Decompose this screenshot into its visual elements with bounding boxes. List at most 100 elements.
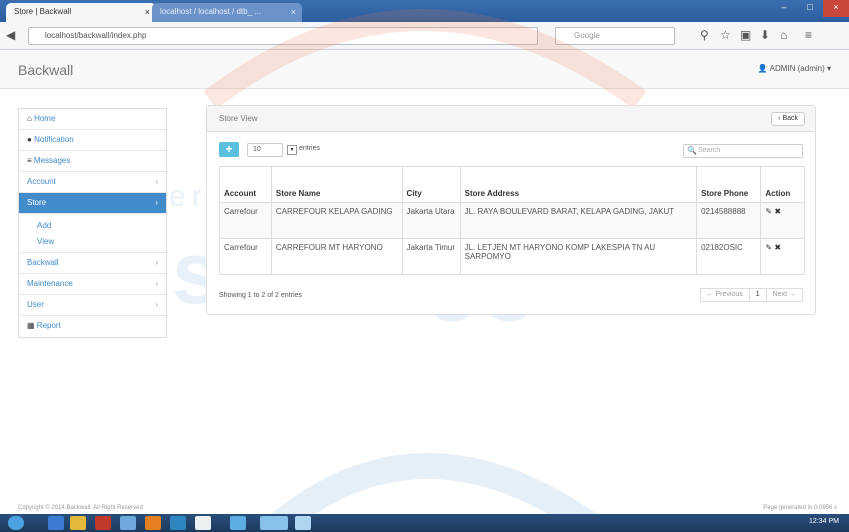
column-header-action: Action	[760, 166, 805, 203]
browser-tab-active[interactable]: Store | Backwall ×	[6, 3, 156, 22]
search-placeholder: Search	[698, 147, 721, 154]
maximize-icon[interactable]: □	[797, 0, 823, 17]
app-icon[interactable]	[230, 516, 246, 530]
cell-account: Carrefour	[219, 238, 272, 275]
column-header-store-address[interactable]: Store Address	[459, 166, 698, 203]
pagination-current[interactable]: 1	[748, 288, 767, 302]
table-row: Carrefour CARREFOUR MT HARYONO Jakarta T…	[219, 238, 805, 275]
home-nav-icon[interactable]: ⌂	[780, 28, 787, 42]
chevron-down-icon[interactable]: ▾	[287, 145, 297, 155]
browser-tab[interactable]: localhost / localhost / dtb_ ... ×	[152, 3, 302, 22]
sidebar-item-label: Notification	[34, 135, 74, 144]
app-icon[interactable]	[120, 516, 136, 530]
pagination-previous[interactable]: ← Previous	[699, 288, 750, 302]
sidebar-item-label: Report	[36, 321, 61, 330]
app-header: Backwall 👤 ADMIN (admin) ▾	[0, 51, 849, 89]
sidebar-item-home[interactable]: ⌂ Home	[19, 109, 166, 130]
folder-icon[interactable]	[70, 516, 86, 530]
panel-title: Store View	[219, 114, 258, 123]
clipboard-icon[interactable]: ▣	[740, 28, 751, 42]
user-menu[interactable]: 👤 ADMIN (admin) ▾	[758, 64, 831, 73]
sidebar-item-label: Home	[34, 114, 56, 123]
star-icon[interactable]: ☆	[720, 28, 731, 42]
sidebar-item-label: Maintenance	[27, 279, 73, 288]
sidebar-item-account[interactable]: Account ›	[19, 172, 166, 193]
panel-heading: Store View ‹ Back	[207, 106, 815, 132]
sidebar-item-label: Backwall	[27, 258, 59, 267]
browser-search-box[interactable]: Google	[555, 27, 675, 45]
minimize-icon[interactable]: –	[771, 0, 797, 17]
footer-page-time: Page generated in 0.0956 s	[763, 505, 837, 511]
chevron-left-icon: ‹	[778, 115, 781, 122]
cell-phone: 0214588888	[696, 202, 762, 239]
store-submenu: Add View	[19, 214, 166, 253]
chevron-right-icon: ›	[155, 258, 158, 267]
sidebar-item-backwall[interactable]: Backwall ›	[19, 253, 166, 274]
sidebar-item-notification[interactable]: ● Notification	[19, 130, 166, 151]
close-tab-icon[interactable]: ×	[291, 7, 296, 17]
cell-city: Jakarta Timur	[401, 238, 461, 275]
download-icon[interactable]: ⬇	[760, 28, 770, 42]
chevron-right-icon: ›	[155, 300, 158, 309]
cell-city: Jakarta Utara	[401, 202, 461, 239]
table-header-row: Account Store Name City Store Address St…	[219, 166, 805, 203]
table-row: Carrefour CARREFOUR KELAPA GADING Jakart…	[219, 202, 805, 239]
store-panel: Store View ‹ Back + 10 ▾ entries 🔍 Searc…	[206, 105, 816, 315]
submenu-item-add[interactable]: Add	[19, 217, 166, 233]
chevron-right-icon: ›	[155, 198, 158, 207]
app-icon[interactable]	[260, 516, 288, 530]
back-arrow-icon[interactable]: ◀	[6, 28, 15, 42]
pagination: ← Previous 1 Next →	[699, 288, 803, 302]
back-button[interactable]: ‹ Back	[771, 112, 805, 126]
pagination-next[interactable]: Next →	[765, 288, 803, 302]
column-header-city[interactable]: City	[401, 166, 461, 203]
column-header-store-phone[interactable]: Store Phone	[696, 166, 762, 203]
sidebar-item-report[interactable]: ▦ Report	[19, 316, 166, 337]
page-length-label: entries	[299, 145, 321, 152]
brand-title[interactable]: Backwall	[18, 62, 73, 78]
table-search-input[interactable]: 🔍 Search	[683, 144, 803, 158]
lock-icon[interactable]: ⚲	[700, 28, 709, 42]
sidebar-item-maintenance[interactable]: Maintenance ›	[19, 274, 166, 295]
add-store-button[interactable]: +	[219, 142, 239, 157]
ie-icon[interactable]	[48, 516, 64, 530]
sidebar-item-label: Account	[27, 177, 56, 186]
search-placeholder: Google	[574, 31, 600, 40]
footer-copyright: Copyright © 2014 Backwall. All Right Res…	[18, 505, 143, 511]
caret-down-icon: ▾	[826, 64, 831, 73]
taskbar-clock: 12:34 PM	[809, 518, 839, 525]
chevron-right-icon: ›	[155, 177, 158, 186]
cell-address: JL. RAYA BOULEVARD BARAT, KELAPA GADING,…	[459, 202, 698, 239]
chart-icon: ▦	[27, 321, 35, 330]
start-button-icon[interactable]	[8, 516, 24, 530]
app-icon[interactable]	[170, 516, 186, 530]
url-bar[interactable]: localhost/backwall/index.php	[28, 27, 538, 45]
sidebar: ⌂ Home ● Notification ≡ Messages Account…	[18, 108, 167, 338]
column-header-account[interactable]: Account	[219, 166, 272, 203]
row-actions[interactable]: ✎ ✖	[760, 238, 805, 275]
sidebar-item-user[interactable]: User ›	[19, 295, 166, 316]
sidebar-item-label: Store	[27, 198, 47, 207]
cell-phone: 02182OSIC	[696, 238, 762, 275]
app-icon[interactable]	[95, 516, 111, 530]
cell-account: Carrefour	[219, 202, 272, 239]
store-table: Account Store Name City Store Address St…	[219, 166, 805, 275]
cell-address: JL. LETJEN MT HARYONO KOMP LAKESPIA TN A…	[459, 238, 698, 275]
tab-label: Store | Backwall	[14, 7, 72, 16]
close-window-icon[interactable]: ×	[823, 0, 849, 17]
sidebar-item-messages[interactable]: ≡ Messages	[19, 151, 166, 172]
app-icon[interactable]	[195, 516, 211, 530]
search-icon: 🔍	[687, 146, 697, 155]
row-actions[interactable]: ✎ ✖	[760, 202, 805, 239]
cell-store-name: CARREFOUR MT HARYONO	[270, 238, 403, 275]
firefox-icon[interactable]	[145, 516, 161, 530]
column-header-store-name[interactable]: Store Name	[270, 166, 403, 203]
tab-label: localhost / localhost / dtb_ ...	[160, 7, 261, 16]
close-tab-icon[interactable]: ×	[145, 7, 150, 17]
menu-icon[interactable]: ≡	[805, 28, 812, 42]
submenu-item-view[interactable]: View	[19, 233, 166, 249]
app-icon[interactable]	[295, 516, 311, 530]
sidebar-item-store[interactable]: Store ›	[19, 193, 166, 214]
page-length-select[interactable]: 10	[247, 143, 283, 157]
bell-icon: ●	[27, 135, 32, 144]
